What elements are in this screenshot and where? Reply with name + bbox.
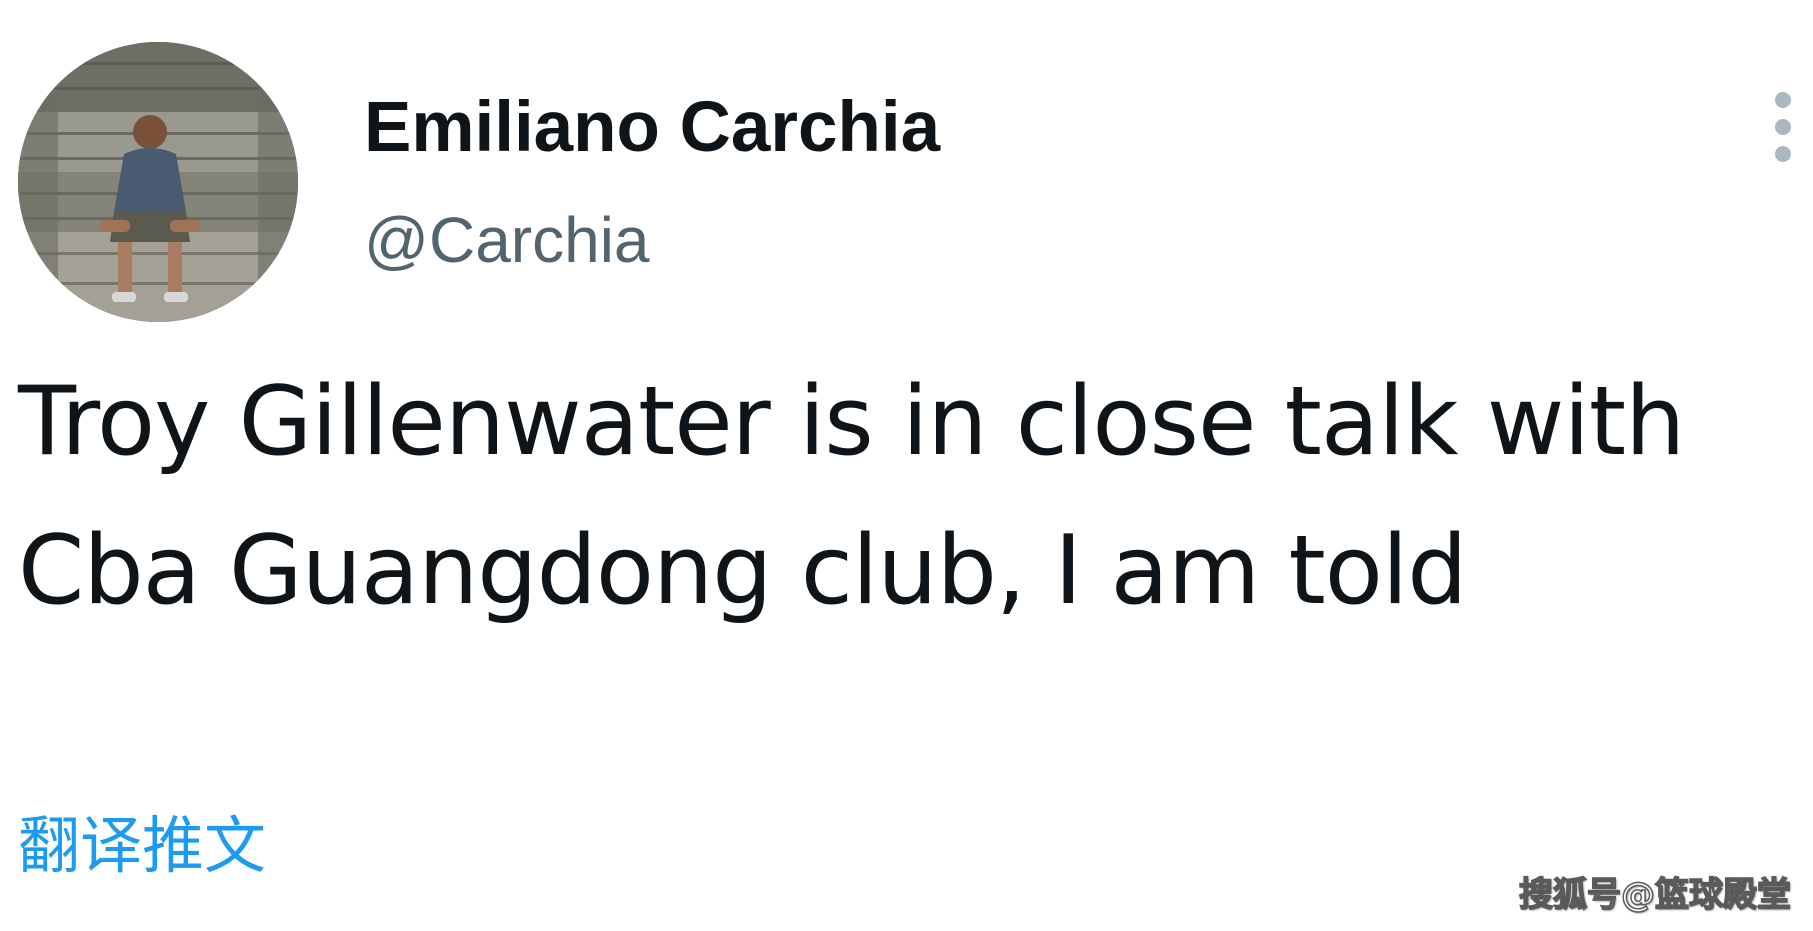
- profile-photo-icon: [18, 42, 298, 322]
- author-handle[interactable]: @Carchia: [364, 200, 650, 280]
- author-avatar[interactable]: [18, 42, 298, 322]
- tweet-text: Troy Gillenwater is in close talk with C…: [18, 367, 1685, 626]
- translate-tweet-link[interactable]: 翻译推文: [18, 808, 266, 884]
- watermark: 搜狐号@篮球殿堂: [1518, 874, 1792, 916]
- more-options-icon[interactable]: [1768, 88, 1798, 166]
- tweet-card: Emiliano Carchia @Carchia Troy Gillenwat…: [0, 0, 1813, 931]
- menu-dot: [1775, 119, 1791, 135]
- menu-dot: [1775, 92, 1791, 108]
- menu-dot: [1775, 146, 1791, 162]
- author-display-name[interactable]: Emiliano Carchia: [364, 88, 940, 168]
